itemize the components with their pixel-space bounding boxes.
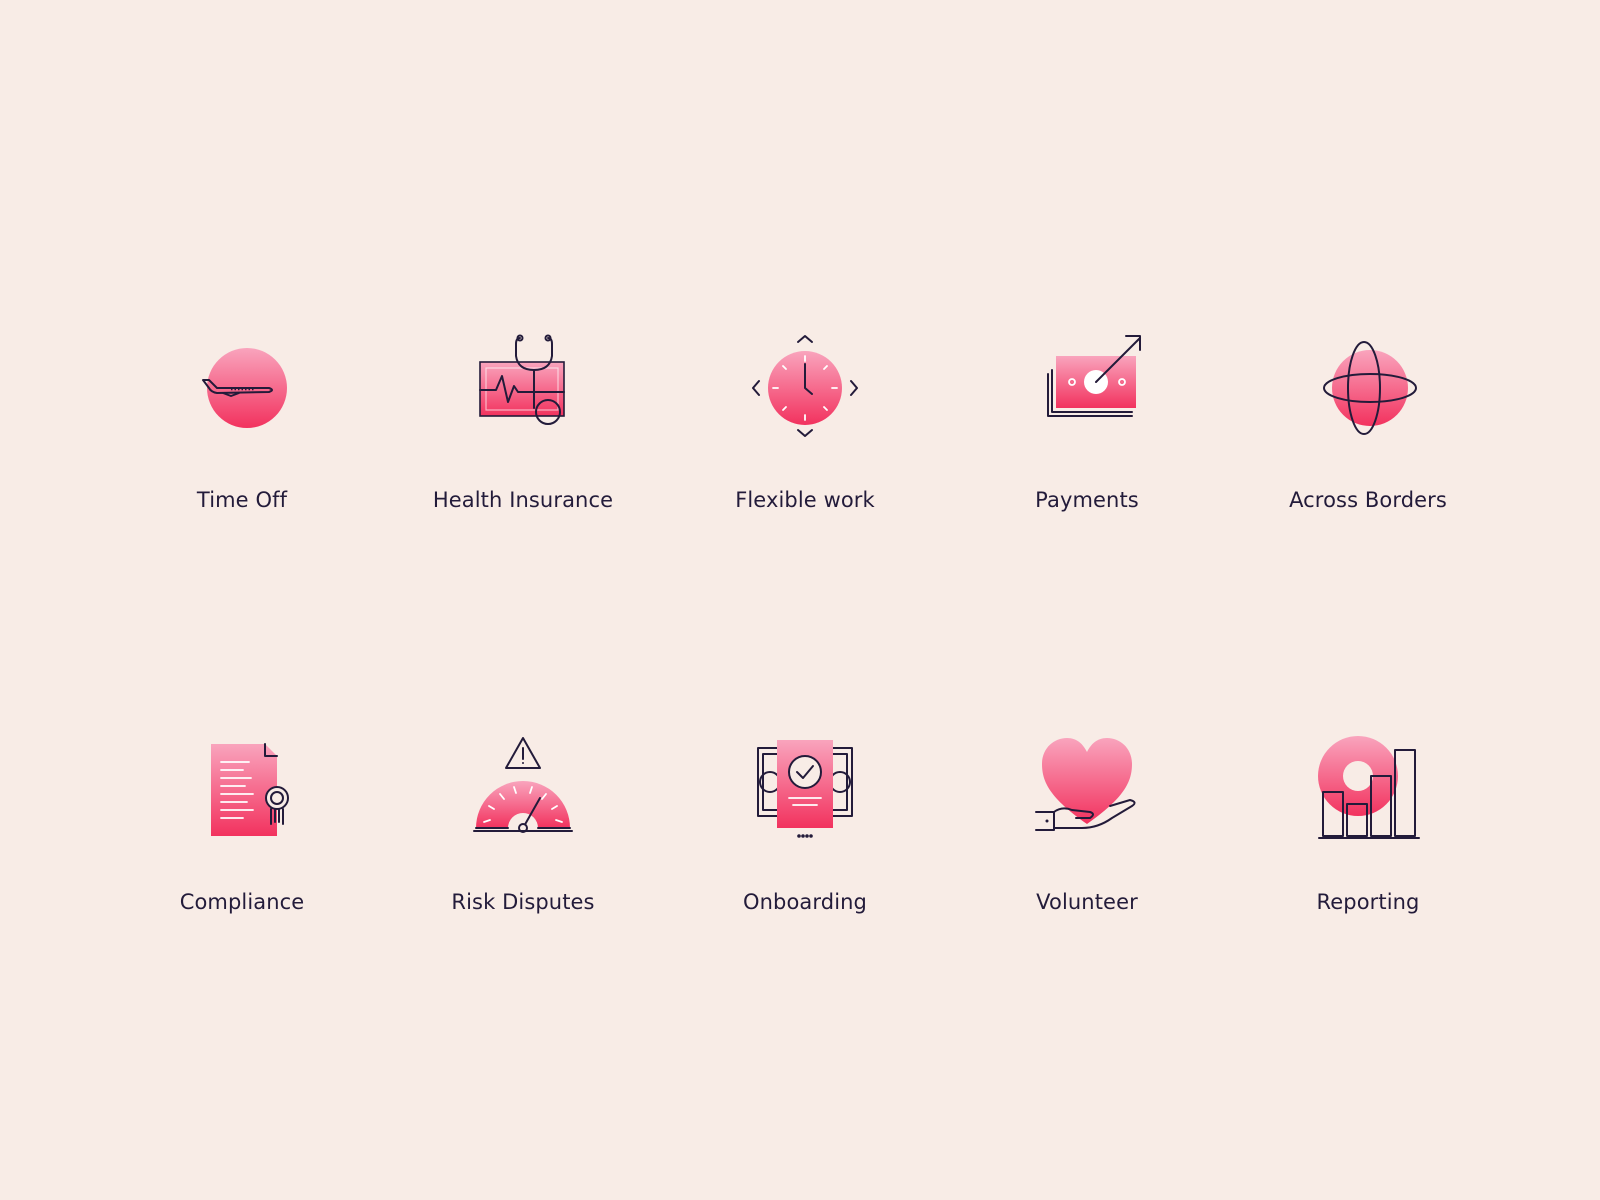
label-reporting: Reporting bbox=[1316, 890, 1420, 914]
tile-health-insurance: Health Insurance bbox=[403, 330, 643, 550]
clock-arrows-icon bbox=[752, 335, 858, 437]
donut-bar-chart-icon bbox=[1318, 736, 1420, 839]
label-across-borders: Across Borders bbox=[1289, 488, 1447, 512]
tile-compliance: Compliance bbox=[122, 732, 362, 952]
label-time-off: Time Off bbox=[196, 488, 288, 512]
heart-hand-icon bbox=[1035, 738, 1136, 831]
label-flexible-work: Flexible work bbox=[735, 488, 875, 512]
label-risk-disputes: Risk Disputes bbox=[451, 890, 595, 914]
label-volunteer: Volunteer bbox=[1036, 890, 1138, 914]
money-growth-icon bbox=[1047, 335, 1141, 417]
label-health-insurance: Health Insurance bbox=[432, 488, 614, 512]
certificate-document-icon bbox=[211, 743, 289, 836]
label-payments: Payments bbox=[1035, 488, 1139, 512]
tile-time-off: Time Off bbox=[122, 330, 362, 550]
tile-risk-disputes: Risk Disputes bbox=[403, 732, 643, 952]
tile-flexible-work: Flexible work bbox=[685, 330, 925, 550]
gauge-warning-icon bbox=[473, 737, 573, 833]
stethoscope-heartbeat-icon bbox=[479, 334, 565, 425]
icon-grid: Time Off Health Insurance Flexible work … bbox=[0, 0, 1600, 1200]
airplane-globe-icon bbox=[202, 348, 287, 428]
tile-payments: Payments bbox=[967, 330, 1207, 550]
tile-volunteer: Volunteer bbox=[967, 732, 1207, 952]
orbit-globe-icon bbox=[1323, 341, 1417, 435]
tile-across-borders: Across Borders bbox=[1248, 330, 1488, 550]
approval-document-icon bbox=[757, 740, 853, 838]
label-onboarding: Onboarding bbox=[743, 890, 867, 914]
label-compliance: Compliance bbox=[179, 890, 305, 914]
tile-onboarding: Onboarding bbox=[685, 732, 925, 952]
tile-reporting: Reporting bbox=[1248, 732, 1488, 952]
